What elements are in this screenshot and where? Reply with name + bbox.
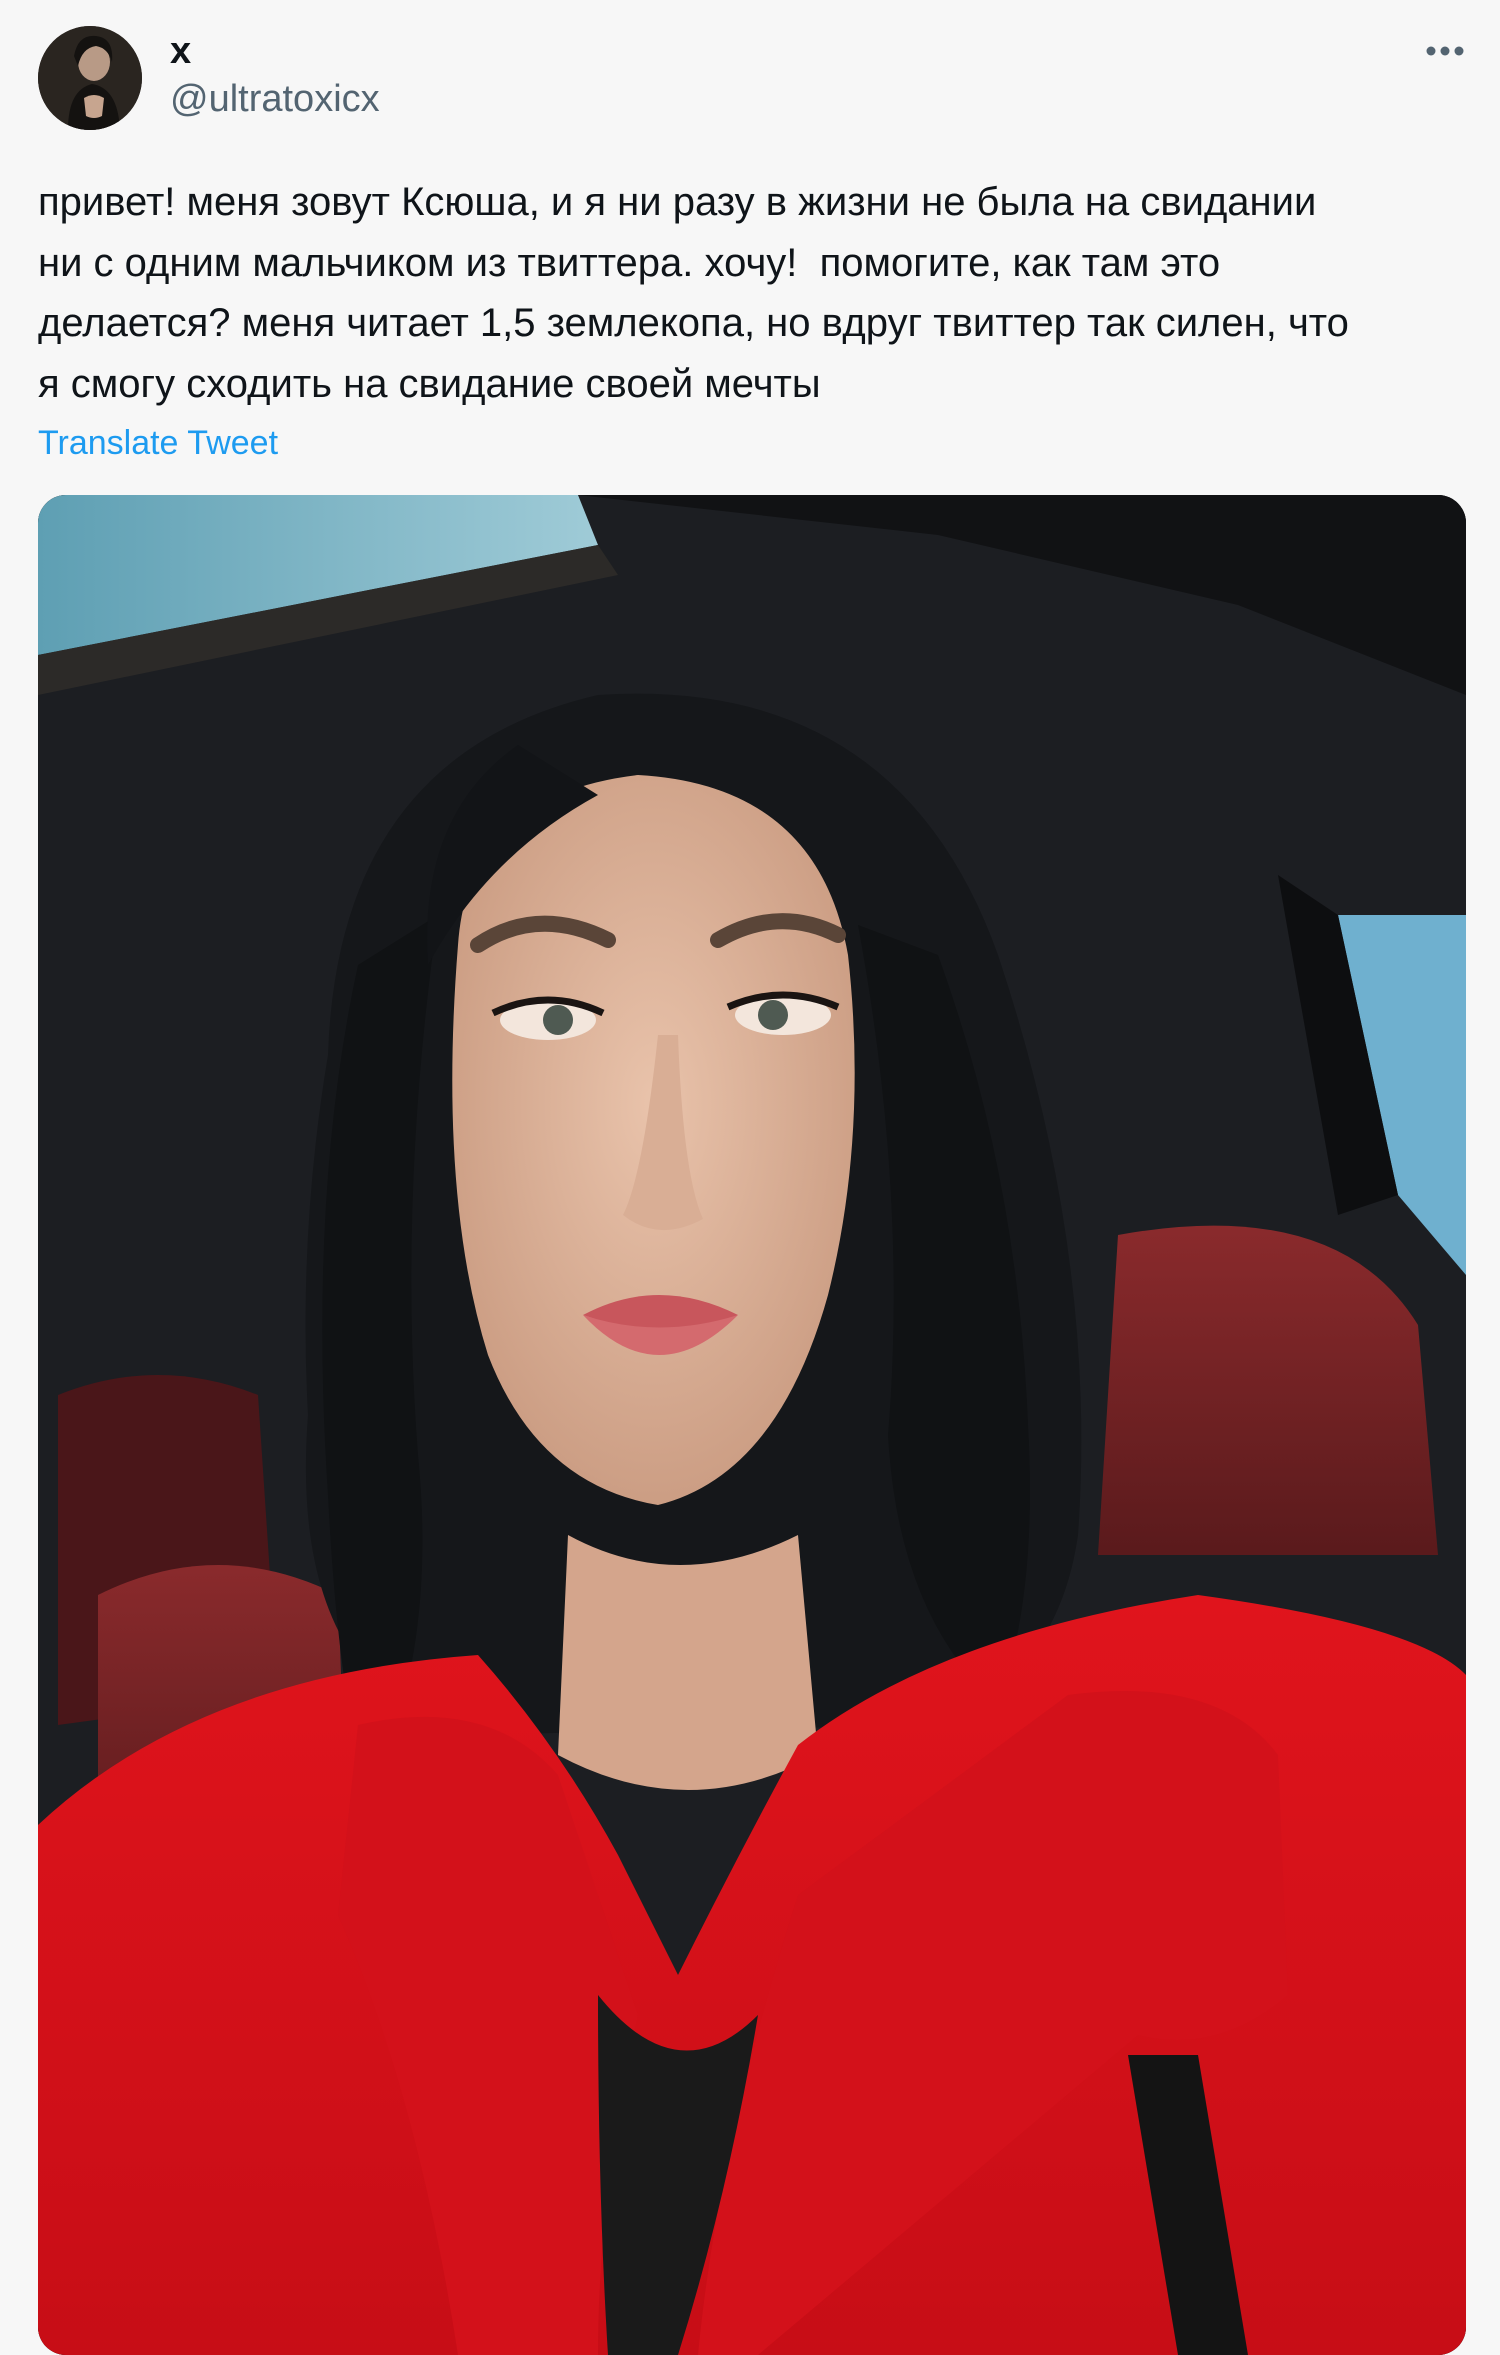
tweet-text-line: ни с одним мальчиком из твиттера. хочу! … — [38, 240, 1221, 285]
tweet-text-line: привет! меня зовут Ксюша, и я ни разу в … — [38, 180, 1317, 224]
tweet-text-line: делается? меня читает 1,5 землекопа, но … — [38, 301, 1349, 345]
photo-icon — [38, 495, 1466, 2355]
tweet-text-line: я смогу сходить на свидание своей мечты — [38, 361, 821, 406]
user-avatar[interactable] — [38, 26, 142, 130]
tweet-text: привет! меня зовут Ксюша, и я ни разу в … — [38, 172, 1468, 414]
tweet-photo[interactable] — [38, 495, 1466, 2355]
translate-tweet-link[interactable]: Translate Tweet — [38, 422, 278, 464]
avatar-icon — [38, 26, 142, 130]
display-name[interactable]: x — [170, 28, 191, 74]
more-options-button[interactable] — [1420, 26, 1470, 76]
tweet: x @ultratoxicx привет! меня зовут Ксюша,… — [0, 0, 1500, 2355]
user-handle[interactable]: @ultratoxicx — [170, 76, 380, 122]
more-options-icon — [1426, 46, 1464, 56]
